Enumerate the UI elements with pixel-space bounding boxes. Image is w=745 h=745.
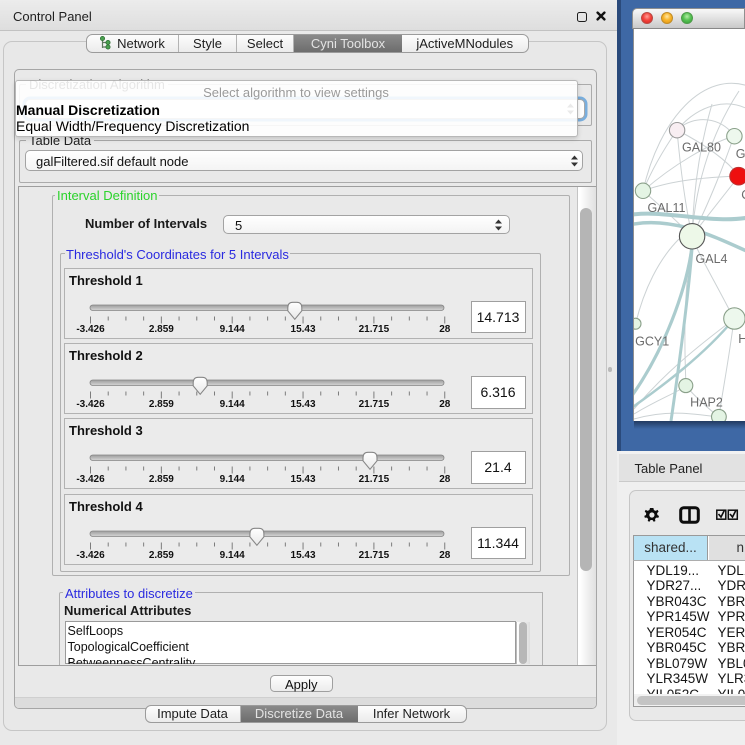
svg-text:GAL4: GAL4 bbox=[695, 252, 727, 266]
svg-text:9.144: 9.144 bbox=[220, 550, 245, 561]
svg-text:H: H bbox=[738, 332, 745, 346]
svg-text:15.43: 15.43 bbox=[291, 474, 316, 485]
svg-text:21.715: 21.715 bbox=[359, 324, 390, 335]
svg-text:2.859: 2.859 bbox=[149, 474, 174, 485]
svg-text:28: 28 bbox=[439, 324, 451, 335]
svg-text:9.144: 9.144 bbox=[220, 474, 245, 485]
svg-text:-3.426: -3.426 bbox=[76, 550, 105, 561]
svg-text:28: 28 bbox=[439, 399, 451, 410]
svg-text:GAL80: GAL80 bbox=[682, 140, 721, 154]
svg-text:21.715: 21.715 bbox=[359, 474, 390, 485]
svg-text:15.43: 15.43 bbox=[291, 550, 316, 561]
svg-text:-3.426: -3.426 bbox=[76, 399, 105, 410]
svg-text:GAL11: GAL11 bbox=[647, 200, 685, 214]
svg-text:2.859: 2.859 bbox=[149, 550, 174, 561]
svg-text:9.144: 9.144 bbox=[220, 324, 245, 335]
svg-text:9.144: 9.144 bbox=[220, 399, 245, 410]
svg-text:GA: GA bbox=[735, 147, 745, 161]
svg-text:15.43: 15.43 bbox=[291, 324, 316, 335]
svg-text:HAP2: HAP2 bbox=[690, 395, 723, 409]
svg-text:15.43: 15.43 bbox=[291, 399, 316, 410]
svg-text:2.859: 2.859 bbox=[149, 324, 174, 335]
svg-text:2.859: 2.859 bbox=[149, 399, 174, 410]
svg-text:C: C bbox=[741, 188, 745, 202]
svg-text:21.715: 21.715 bbox=[359, 399, 390, 410]
svg-text:GCY1: GCY1 bbox=[635, 334, 669, 348]
svg-text:28: 28 bbox=[439, 550, 451, 561]
svg-text:28: 28 bbox=[439, 474, 451, 485]
svg-text:21.715: 21.715 bbox=[359, 550, 390, 561]
svg-text:-3.426: -3.426 bbox=[76, 324, 105, 335]
svg-text:-3.426: -3.426 bbox=[76, 474, 105, 485]
